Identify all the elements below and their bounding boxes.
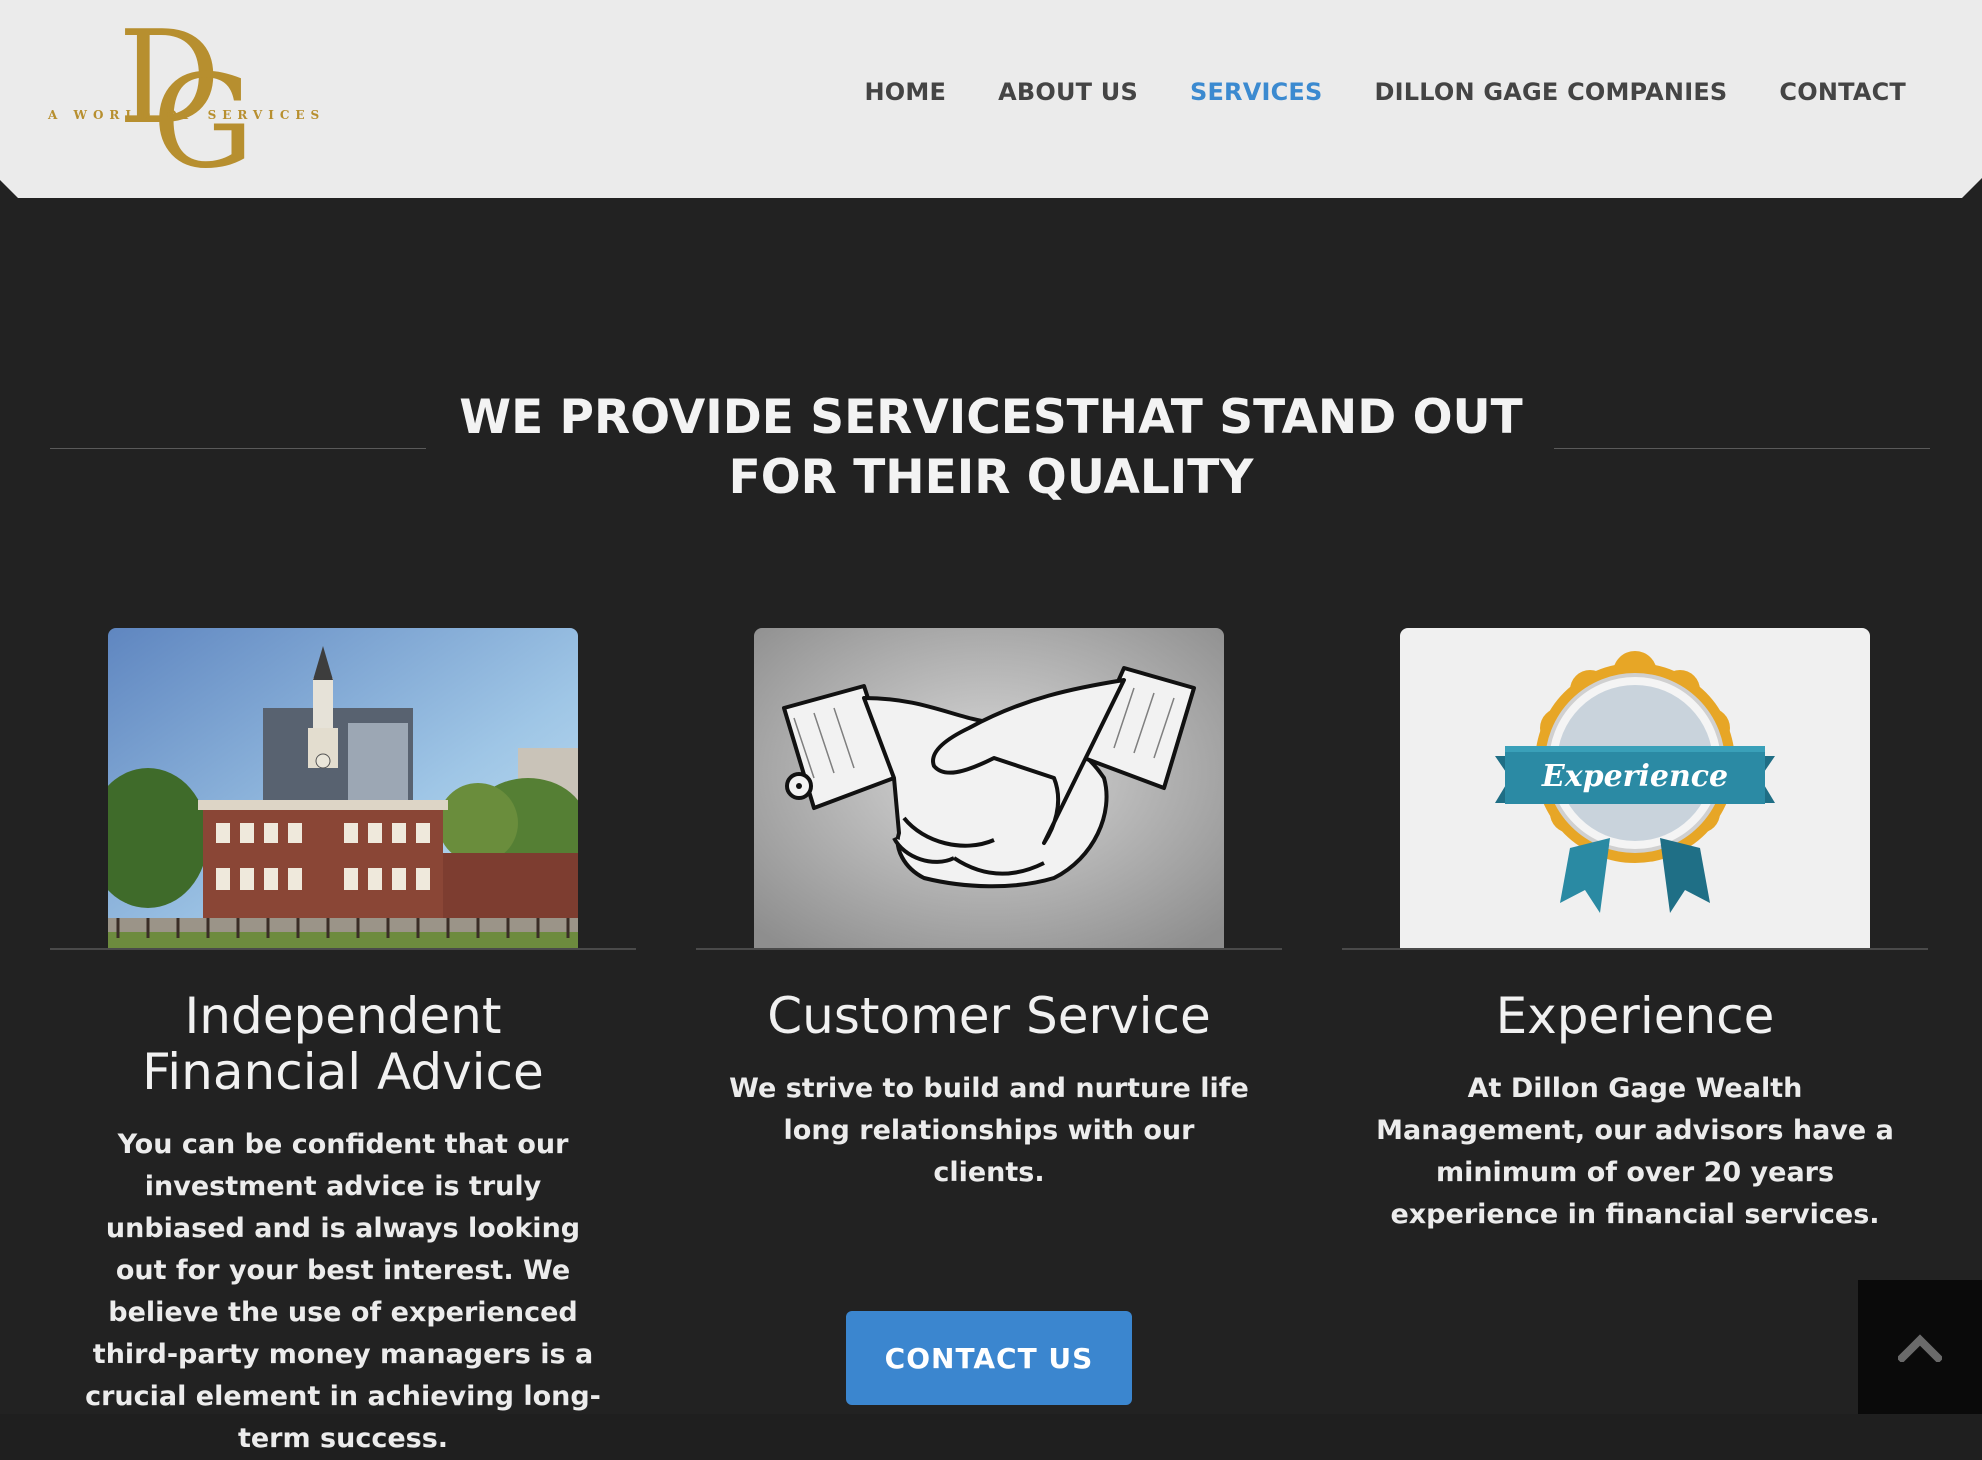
handshake-illustration [754,628,1224,948]
card-title-line2: Financial Advice [142,1043,544,1101]
section-heading: WE PROVIDE SERVICESTHAT STAND OUT FOR TH… [0,388,1982,508]
badge-text: Experience [1541,759,1728,794]
nav-contact[interactable]: CONTACT [1779,78,1906,106]
card-divider [1342,948,1928,950]
card-description: You can be confident that our investment… [85,1129,601,1454]
nav-dillon-gage-companies[interactable]: DILLON GAGE COMPANIES [1375,78,1728,106]
section-heading-line2: FOR THEIR QUALITY [728,450,1254,505]
dg-monogram-logo: D G [118,10,254,174]
card-title: Customer Service [767,987,1211,1045]
card-description: We strive to build and nurture life long… [729,1073,1249,1188]
card-title-line1: Independent [184,987,502,1045]
main-nav: HOME ABOUT US SERVICES DILLON GAGE COMPA… [865,78,1906,106]
site-header: D G A WORLD OF SERVICES HOME ABOUT US SE… [0,0,1982,198]
independence-hall-photo [108,628,578,948]
chevron-up-icon [1898,1334,1942,1362]
card-title: Experience [1495,987,1775,1045]
section-heading-line1: WE PROVIDE SERVICESTHAT STAND OUT [459,390,1523,445]
card-title: Independent Financial Advice [50,988,636,1100]
nav-services[interactable]: SERVICES [1190,78,1323,106]
card-divider [696,948,1282,950]
back-to-top-button[interactable] [1858,1280,1982,1414]
contact-us-button[interactable]: CONTACT US [846,1311,1132,1405]
card-description: At Dillon Gage Wealth Management, our ad… [1376,1073,1894,1230]
card-divider [50,948,636,950]
experience-ribbon-badge: Experience [1400,628,1870,948]
logo-tagline: A WORLD OF SERVICES [48,108,326,122]
nav-about-us[interactable]: ABOUT US [998,78,1138,106]
nav-home[interactable]: HOME [865,78,947,106]
